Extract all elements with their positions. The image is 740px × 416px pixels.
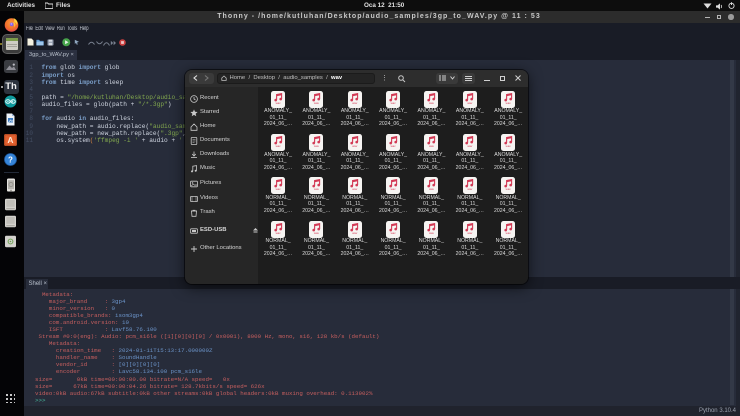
svg-text:?: ? xyxy=(8,156,13,165)
